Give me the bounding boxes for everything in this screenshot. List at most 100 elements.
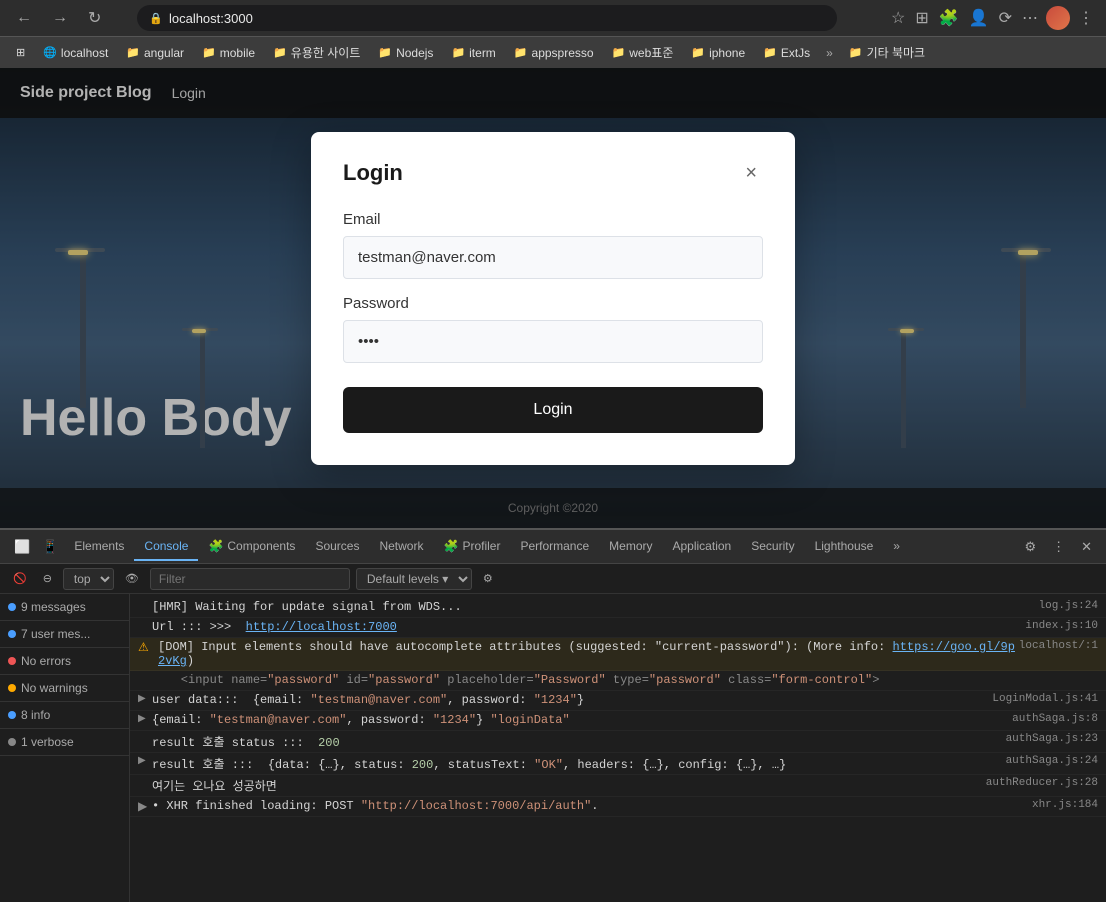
tab-lighthouse[interactable]: Lighthouse (805, 533, 884, 561)
apps-icon[interactable]: ⋯ (1020, 6, 1040, 30)
folder-icon: 📁 (514, 46, 528, 59)
bookmark-useful-sites[interactable]: 📁 유용한 사이트 (265, 41, 368, 64)
help-link[interactable]: https://goo.gl/9p2vKg (158, 640, 1015, 668)
console-clear-button[interactable]: 🚫 (8, 570, 32, 587)
folder-icon: 📁 (126, 46, 140, 59)
devtools-panel: ⬜ 📱 Elements Console 🧩Components Sources… (0, 528, 1106, 902)
console-message: <input name="password" id="password" pla… (152, 673, 1098, 687)
modal-title: Login (343, 160, 403, 186)
tab-console[interactable]: Console (134, 533, 198, 561)
bookmark-web-standard[interactable]: 📁 web표준 (604, 41, 682, 64)
devtools-content: 9 messages 7 user mes... No errors No wa… (0, 594, 1106, 902)
expand-arrow[interactable]: ▶ (138, 799, 150, 814)
bookmark-other[interactable]: 📁 기타 북마크 (841, 41, 933, 64)
bookmark-extjs[interactable]: 📁 ExtJs (755, 43, 818, 63)
expand-arrow[interactable]: ▶ (138, 693, 150, 705)
tab-more[interactable]: » (883, 533, 910, 561)
console-source[interactable]: authSaga.js:8 (1012, 713, 1098, 725)
devtools-settings-button[interactable]: ⚙ (1018, 535, 1042, 559)
tab-application[interactable]: Application (663, 533, 742, 561)
msg-group-user[interactable]: 7 user mes... (0, 621, 129, 648)
folder-icon: 📁 (202, 46, 216, 59)
console-filter-button[interactable]: ⊖ (38, 570, 57, 587)
tab-sources[interactable]: Sources (305, 533, 369, 561)
msg-group-verbose[interactable]: 1 verbose (0, 729, 129, 756)
bookmark-mobile[interactable]: 📁 mobile (194, 43, 263, 63)
devtools-more-button[interactable]: ⋮ (1046, 535, 1071, 559)
expand-arrow[interactable]: ▶ (138, 755, 150, 767)
console-source[interactable]: xhr.js:184 (1032, 799, 1098, 811)
console-context-select[interactable]: top (63, 568, 114, 590)
console-line: 여기는 오나요 성공하면 authReducer.js:28 (130, 775, 1106, 797)
console-source[interactable]: authSaga.js:24 (1006, 755, 1098, 767)
msg-group-all[interactable]: 9 messages (0, 594, 129, 621)
console-line: [HMR] Waiting for update signal from WDS… (130, 598, 1106, 618)
msg-count-label: 1 verbose (21, 735, 74, 749)
tab-profiler[interactable]: 🧩Profiler (433, 533, 510, 561)
folder-icon: 📁 (378, 46, 392, 59)
msg-group-errors[interactable]: No errors (0, 648, 129, 675)
user-icon[interactable]: 👤 (967, 6, 991, 30)
bookmark-localhost[interactable]: 🌐 localhost (35, 43, 116, 63)
forward-button[interactable]: → (46, 5, 74, 31)
expand-arrow[interactable]: ▶ (138, 713, 150, 725)
bookmark-angular[interactable]: 📁 angular (118, 43, 192, 63)
tab-performance[interactable]: Performance (510, 533, 599, 561)
console-settings-button[interactable]: ⚙ (478, 570, 498, 587)
msg-group-info[interactable]: 8 info (0, 702, 129, 729)
devtools-close-button[interactable]: ✕ (1075, 535, 1098, 559)
profile-avatar[interactable] (1046, 6, 1070, 30)
console-line: Url ::: >>> http://localhost:7000 index.… (130, 618, 1106, 638)
folder-icon: 📁 (451, 46, 465, 59)
tab-network[interactable]: Network (369, 533, 433, 561)
bookmark-apps[interactable]: ⊞ (8, 43, 33, 62)
console-eye-button[interactable]: 👁 (120, 570, 144, 587)
back-button[interactable]: ← (10, 5, 38, 31)
console-source[interactable]: index.js:10 (1025, 620, 1098, 632)
devtools-inspect-button[interactable]: ⬜ (8, 535, 36, 559)
components-icon: 🧩 (208, 539, 223, 553)
browser-title-bar: ← → ↻ 🔒 localhost:3000 ☆ ⊞ 🧩 👤 ⟳ ⋯ ⋮ (0, 0, 1106, 36)
msg-count-label: 9 messages (21, 600, 86, 614)
msg-group-warnings[interactable]: No warnings (0, 675, 129, 702)
refresh-button[interactable]: ↻ (82, 4, 107, 32)
modal-close-button[interactable]: × (739, 160, 763, 187)
console-filter-input[interactable] (150, 568, 350, 590)
puzzle-icon[interactable]: 🧩 (937, 6, 961, 30)
login-submit-button[interactable]: Login (343, 387, 763, 433)
bookmark-nodejs[interactable]: 📁 Nodejs (370, 43, 441, 63)
devtools-responsive-button[interactable]: 📱 (36, 535, 64, 559)
bookmarks-more-button[interactable]: » (820, 43, 839, 63)
star-icon[interactable]: ☆ (889, 6, 907, 30)
folder-icon: 📁 (612, 46, 626, 59)
tab-components[interactable]: 🧩Components (198, 533, 305, 561)
bookmark-label: angular (144, 46, 184, 60)
console-source[interactable]: localhost/:1 (1019, 640, 1098, 652)
email-input[interactable] (343, 236, 763, 279)
tab-security[interactable]: Security (741, 533, 804, 561)
password-label: Password (343, 295, 763, 312)
folder-icon: 📁 (849, 46, 863, 59)
console-message: result 호출 status ::: 200 (152, 733, 1006, 750)
bookmark-appspresso[interactable]: 📁 appspresso (506, 43, 602, 63)
sync-icon[interactable]: ⟳ (997, 6, 1014, 30)
tab-memory[interactable]: Memory (599, 533, 662, 561)
bookmark-label: mobile (220, 46, 255, 60)
console-source[interactable]: authReducer.js:28 (986, 777, 1098, 789)
console-level-select[interactable]: Default levels ▾ (356, 568, 472, 590)
msg-dot-gray (8, 738, 16, 746)
extensions-icon[interactable]: ⊞ (913, 6, 930, 30)
address-bar[interactable]: 🔒 localhost:3000 (137, 5, 837, 31)
bookmark-iphone[interactable]: 📁 iphone (683, 43, 753, 63)
console-message: result 호출 ::: {data: {…}, status: 200, s… (152, 755, 1006, 772)
console-source[interactable]: authSaga.js:23 (1006, 733, 1098, 745)
console-source[interactable]: log.js:24 (1039, 600, 1098, 612)
bookmark-label: localhost (61, 46, 108, 60)
url-link[interactable]: http://localhost:7000 (246, 620, 397, 634)
password-input[interactable] (343, 320, 763, 363)
bookmark-iterm[interactable]: 📁 iterm (443, 43, 503, 63)
menu-icon[interactable]: ⋮ (1076, 6, 1096, 30)
tab-elements[interactable]: Elements (64, 533, 134, 561)
console-source[interactable]: LoginModal.js:41 (992, 693, 1098, 705)
folder-icon: 📁 (273, 46, 287, 59)
